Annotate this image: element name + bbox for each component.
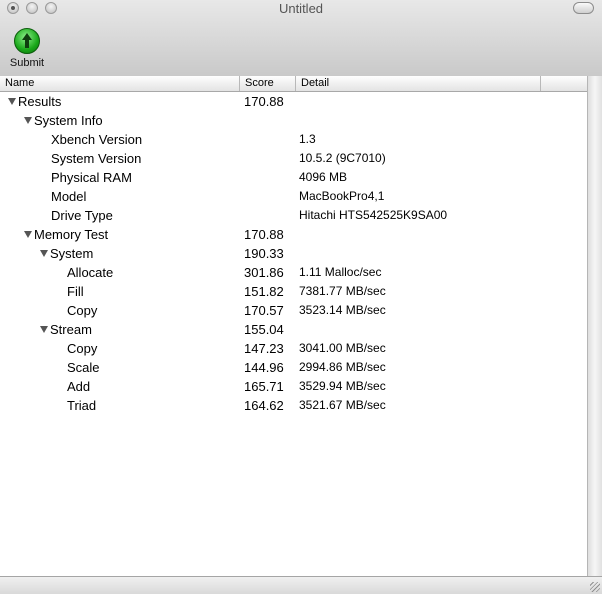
row-score: 147.23 [244,341,284,356]
column-header-detail[interactable]: Detail [296,76,541,91]
row-detail: 4096 MB [299,170,348,184]
row-score: 144.96 [244,360,284,375]
table-row[interactable]: Memory Test 170.88 [0,225,588,244]
row-name: Stream [40,320,92,339]
row-detail: 3041.00 MB/sec [299,341,386,355]
row-name: Add [67,379,91,394]
table-row[interactable]: System Version 10.5.2 (9C7010) [0,149,588,168]
row-name: Triad [67,398,97,413]
row-name: Memory Test [24,225,108,244]
row-name: Fill [67,284,84,299]
row-name: Xbench Version [51,132,143,147]
table-row[interactable]: Results 170.88 [0,92,588,111]
row-name: Model [51,189,87,204]
row-detail: 10.5.2 (9C7010) [299,151,386,165]
table-row[interactable]: Copy 147.23 3041.00 MB/sec [0,339,588,358]
row-detail: 2994.86 MB/sec [299,360,386,374]
row-score: 151.82 [244,284,284,299]
row-name: Results [8,92,61,111]
window-chrome: Untitled Submit [0,0,602,77]
toolbar-toggle-button[interactable] [573,2,594,14]
column-header-name[interactable]: Name [0,76,240,91]
row-name: Drive Type [51,208,113,223]
disclosure-triangle-icon[interactable] [40,326,48,333]
table-row[interactable]: Xbench Version 1.3 [0,130,588,149]
row-detail: 3521.67 MB/sec [299,398,386,412]
column-header-extra[interactable] [541,76,588,91]
row-score: 301.86 [244,265,284,280]
table-row[interactable]: Copy 170.57 3523.14 MB/sec [0,301,588,320]
row-detail: Hitachi HTS542525K9SA00 [299,208,448,222]
row-name: Scale [67,360,100,375]
disclosure-triangle-icon[interactable] [24,231,32,238]
row-score: 170.88 [244,227,284,242]
row-detail: 1.3 [299,132,316,146]
row-name: Copy [67,341,98,356]
table-row[interactable]: Scale 144.96 2994.86 MB/sec [0,358,588,377]
row-score: 190.33 [244,246,284,261]
row-score: 165.71 [244,379,284,394]
table-row[interactable]: System 190.33 [0,244,588,263]
table-row[interactable]: Allocate 301.86 1.11 Malloc/sec [0,263,588,282]
table-row[interactable]: System Info [0,111,588,130]
row-detail: 3523.14 MB/sec [299,303,386,317]
results-outline: Results 170.88 System Info Xbench Versio… [0,92,588,415]
row-name: Copy [67,303,98,318]
row-name: System Info [24,111,103,130]
table-row[interactable]: Model MacBookPro4,1 [0,187,588,206]
row-detail: 7381.77 MB/sec [299,284,386,298]
row-detail: MacBookPro4,1 [299,189,385,203]
row-detail: 1.11 Malloc/sec [299,265,382,279]
table-row[interactable]: Fill 151.82 7381.77 MB/sec [0,282,588,301]
submit-label: Submit [9,57,45,69]
vertical-scrollbar[interactable] [587,76,602,576]
row-score: 170.57 [244,303,284,318]
table-row[interactable]: Add 165.71 3529.94 MB/sec [0,377,588,396]
disclosure-triangle-icon[interactable] [8,98,16,105]
table-row[interactable]: Stream 155.04 [0,320,588,339]
submit-button[interactable]: Submit [6,28,48,69]
row-score: 170.88 [244,94,284,109]
row-name: Physical RAM [51,170,132,185]
table-row[interactable]: Triad 164.62 3521.67 MB/sec [0,396,588,415]
resize-grip-icon[interactable] [590,582,600,592]
disclosure-triangle-icon[interactable] [24,117,32,124]
disclosure-triangle-icon[interactable] [40,250,48,257]
window-title: Untitled [278,1,324,16]
row-detail: 3529.94 MB/sec [299,379,386,393]
table-header: Name Score Detail [0,76,588,92]
table-row[interactable]: Physical RAM 4096 MB [0,168,588,187]
column-header-score[interactable]: Score [240,76,296,91]
row-name: System [40,244,93,263]
window-bottom-bar [0,576,602,594]
row-score: 155.04 [244,322,284,337]
upload-arrow-icon [14,28,40,54]
row-score: 164.62 [244,398,284,413]
row-name: System Version [51,151,142,166]
row-name: Allocate [67,265,114,280]
table-row[interactable]: Drive Type Hitachi HTS542525K9SA00 [0,206,588,225]
